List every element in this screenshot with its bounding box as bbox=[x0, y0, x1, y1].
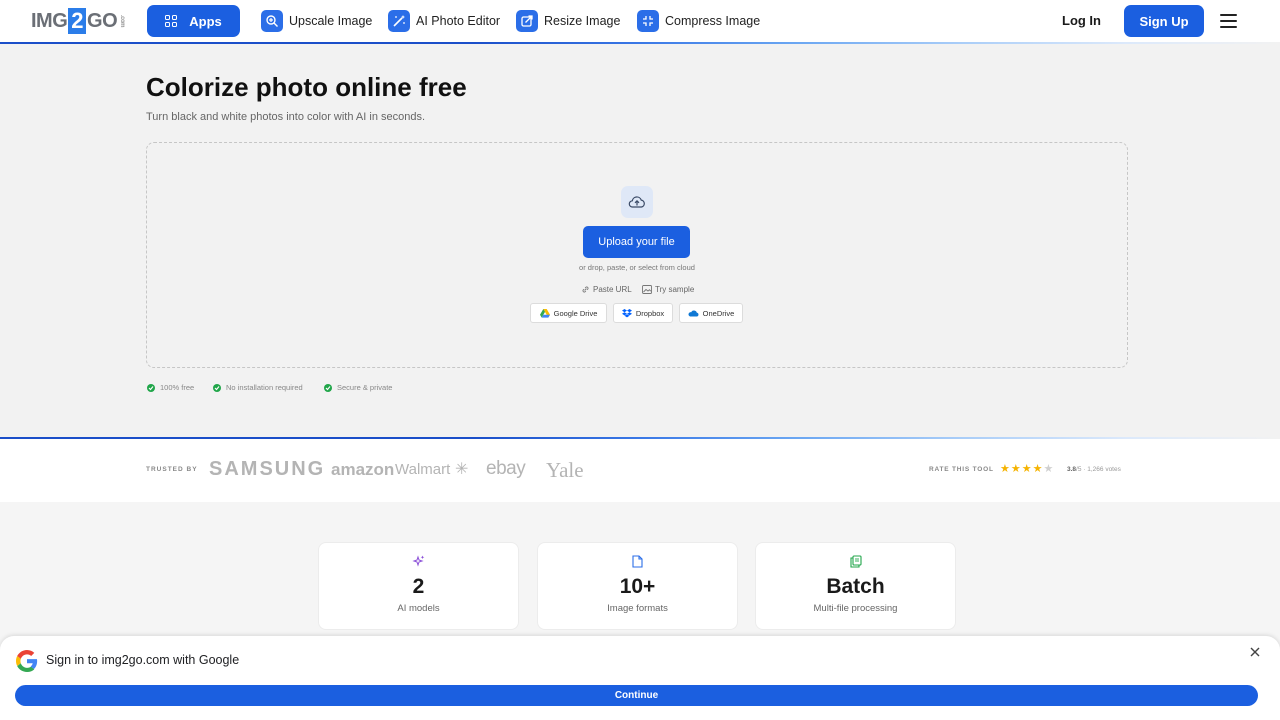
yale-logo: Yale bbox=[546, 458, 584, 482]
walmart-spark-icon: ✳ bbox=[455, 461, 469, 478]
google-drive-label: Google Drive bbox=[553, 308, 598, 318]
star-icon[interactable]: ★ bbox=[1033, 464, 1043, 475]
paste-url-link[interactable]: Paste URL bbox=[581, 285, 632, 294]
nav-compress-image[interactable]: Compress Image bbox=[637, 10, 760, 32]
rating-stars[interactable]: ★ ★ ★ ★ ★ bbox=[1000, 464, 1053, 475]
dropbox-button[interactable]: Dropbox bbox=[613, 303, 673, 323]
star-icon[interactable]: ★ bbox=[1044, 464, 1054, 475]
feature-secure: Secure & private bbox=[324, 383, 392, 392]
amazon-logo: amazon bbox=[331, 460, 395, 479]
try-sample-label: Try sample bbox=[655, 285, 695, 294]
close-icon[interactable] bbox=[1249, 646, 1261, 658]
rating-votes: · 1,266 votes bbox=[1081, 466, 1121, 473]
compress-icon bbox=[637, 10, 659, 32]
nav-upscale-label: Upscale Image bbox=[289, 14, 373, 28]
google-prompt-title: Sign in to img2go.com with Google bbox=[46, 653, 240, 667]
login-link[interactable]: Log In bbox=[1062, 13, 1101, 28]
upload-file-button[interactable]: Upload your file bbox=[583, 226, 690, 258]
feature-free: 100% free bbox=[147, 383, 194, 392]
nav-resize-label: Resize Image bbox=[544, 14, 621, 28]
google-signin-prompt bbox=[0, 636, 1280, 720]
star-icon[interactable]: ★ bbox=[1022, 464, 1032, 475]
files-icon bbox=[756, 555, 955, 569]
rate-tool-label: RATE THIS TOOL bbox=[929, 466, 994, 473]
feature-no-install-label: No installation required bbox=[226, 383, 303, 392]
feature-free-label: 100% free bbox=[160, 383, 195, 392]
ebay-logo: ebay bbox=[486, 458, 526, 479]
google-g-icon bbox=[16, 650, 38, 672]
try-sample-link[interactable]: Try sample bbox=[642, 285, 694, 294]
onedrive-label: OneDrive bbox=[702, 308, 735, 318]
resize-icon bbox=[516, 10, 538, 32]
nav-upscale-image[interactable]: Upscale Image bbox=[261, 10, 372, 32]
stat-card-batch: Batch Multi-file processing bbox=[755, 542, 956, 630]
check-circle-icon bbox=[324, 383, 332, 392]
onedrive-button[interactable]: OneDrive bbox=[679, 303, 743, 323]
magic-wand-icon bbox=[388, 10, 410, 32]
apps-button-label: Apps bbox=[189, 13, 222, 29]
img2go-logo[interactable]: IMG 2 GO .com bbox=[31, 8, 125, 34]
dropbox-icon bbox=[621, 308, 632, 317]
walmart-logo: Walmart bbox=[395, 461, 451, 478]
stat-card-image-formats: 10+ Image formats bbox=[537, 542, 738, 630]
header-divider bbox=[0, 42, 1280, 44]
stat-label: Image formats bbox=[607, 603, 668, 614]
stat-label: AI models bbox=[397, 603, 440, 614]
image-icon bbox=[642, 285, 652, 294]
nav-compress-label: Compress Image bbox=[665, 14, 761, 28]
sparkles-icon bbox=[319, 555, 518, 569]
trusted-by-label: TRUSTED BY bbox=[146, 466, 198, 473]
nav-ai-photo-editor[interactable]: AI Photo Editor bbox=[388, 10, 500, 32]
signup-button[interactable]: Sign Up bbox=[1124, 5, 1204, 37]
top-navbar: IMG 2 GO .com Apps Upscale Image AI Phot… bbox=[0, 0, 1280, 44]
rating-summary: 3.8/5 · 1,266 votes bbox=[1067, 466, 1121, 473]
page-subtitle: Turn black and white photos into color w… bbox=[146, 111, 426, 123]
stat-value: Batch bbox=[826, 575, 885, 598]
stat-card-ai-models: 2 AI models bbox=[318, 542, 519, 630]
apps-grid-icon bbox=[165, 15, 178, 27]
star-icon[interactable]: ★ bbox=[1000, 464, 1010, 475]
logo-text-mid: 2 bbox=[68, 8, 87, 34]
check-circle-icon bbox=[213, 383, 221, 392]
feature-no-install: No installation required bbox=[213, 383, 303, 392]
stat-value: 2 bbox=[412, 575, 425, 598]
stat-value: 10+ bbox=[619, 575, 656, 598]
apps-button[interactable]: Apps bbox=[147, 5, 240, 37]
hamburger-menu-icon[interactable] bbox=[1220, 14, 1237, 28]
google-drive-button[interactable]: Google Drive bbox=[530, 303, 607, 323]
rating-value: 3.8 bbox=[1067, 466, 1077, 473]
google-continue-button[interactable]: Continue bbox=[15, 685, 1258, 706]
stat-label: Multi-file processing bbox=[813, 603, 898, 614]
drop-hint-text: or drop, paste, or select from cloud bbox=[579, 263, 695, 272]
nav-resize-image[interactable]: Resize Image bbox=[516, 10, 620, 32]
check-circle-icon bbox=[147, 383, 155, 392]
google-drive-icon bbox=[539, 308, 550, 318]
cloud-upload-icon bbox=[621, 186, 653, 218]
star-icon[interactable]: ★ bbox=[1011, 464, 1021, 475]
nav-ai-photo-editor-label: AI Photo Editor bbox=[416, 14, 501, 28]
logo-text-right: GO bbox=[87, 9, 118, 32]
logo-text-tiny: .com bbox=[119, 14, 126, 27]
onedrive-icon bbox=[688, 310, 699, 317]
link-icon bbox=[582, 286, 589, 293]
samsung-logo: SAMSUNG bbox=[209, 458, 326, 480]
logo-text-left: IMG bbox=[31, 9, 68, 32]
file-icon bbox=[538, 555, 737, 569]
feature-secure-label: Secure & private bbox=[337, 383, 393, 392]
paste-url-label: Paste URL bbox=[593, 285, 632, 294]
upscale-icon bbox=[261, 10, 283, 32]
page-title: Colorize photo online free bbox=[146, 72, 467, 102]
dropbox-label: Dropbox bbox=[635, 308, 665, 318]
